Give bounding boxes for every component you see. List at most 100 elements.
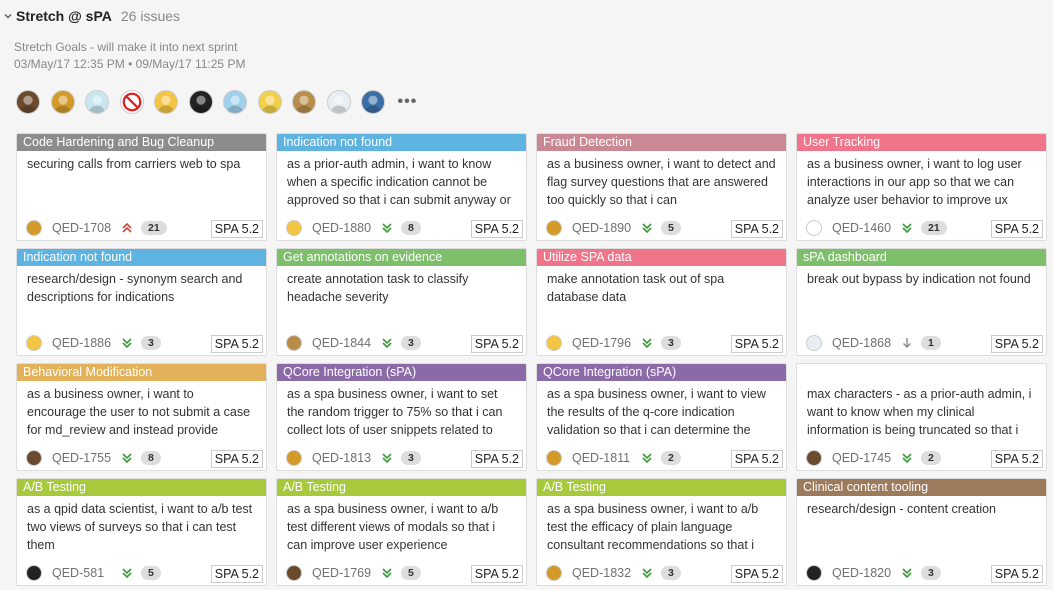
epic-label[interactable]: Code Hardening and Bug Cleanup (17, 134, 266, 151)
sprint-date-range: 03/May/17 12:35 PM • 09/May/17 11:25 PM (14, 57, 246, 71)
avatar-man-tie-icon[interactable] (361, 90, 385, 114)
avatar-monkey-icon[interactable] (50, 90, 75, 114)
issue-summary: as a prior-auth admin, i want to know wh… (287, 157, 511, 207)
fix-version-label: SPA 5.2 (470, 220, 523, 238)
sprint-title[interactable]: Stretch @ sPA (16, 8, 112, 24)
epic-label[interactable] (797, 364, 1046, 381)
issue-key[interactable]: QED-1813 (312, 451, 375, 465)
fix-version-label: SPA 5.2 (730, 565, 783, 583)
issue-summary: as a business owner, i want to encourage… (27, 387, 251, 437)
epic-label[interactable]: Utilize SPA data (537, 249, 786, 266)
issue-card[interactable]: Code Hardening and Bug Cleanup securing c… (16, 133, 267, 241)
epic-label[interactable]: Clinical content tooling (797, 479, 1046, 496)
fix-version-label: SPA 5.2 (210, 450, 263, 468)
issue-card[interactable]: Utilize SPA data make annotation task out… (536, 248, 787, 356)
issue-key[interactable]: QED-1832 (572, 566, 635, 580)
issue-card[interactable]: Indication not found as a prior-auth admi… (276, 133, 527, 241)
avatar-cheetah-icon[interactable] (292, 90, 316, 114)
issue-summary: research/design - synonym search and des… (27, 272, 243, 304)
fix-version-label: SPA 5.2 (990, 565, 1043, 583)
avatar-no-sign-icon[interactable] (119, 90, 144, 114)
fix-version-label: SPA 5.2 (990, 450, 1043, 468)
issue-key[interactable]: QED-1880 (312, 221, 375, 235)
issue-card[interactable]: max characters - as a prior-auth admin, … (796, 363, 1047, 471)
priority-lowest-icon (381, 567, 393, 579)
avatar-boy-face-icon[interactable] (223, 90, 247, 114)
epic-label[interactable]: User Tracking (797, 134, 1046, 151)
story-points-badge: 3 (661, 566, 681, 580)
priority-lowest-icon (641, 222, 653, 234)
issue-card[interactable]: QCore Integration (sPA) as a spa business… (536, 363, 787, 471)
issue-key[interactable]: QED-1844 (312, 336, 375, 350)
assignee-avatar-filter: ••• (16, 90, 417, 114)
epic-label[interactable]: sPA dashboard (797, 249, 1046, 266)
avatar-man-face-icon[interactable] (85, 90, 109, 114)
issue-summary: as a spa business owner, i want to set t… (287, 387, 503, 437)
issue-card[interactable]: A/B Testing as a spa business owner, i wa… (276, 478, 527, 586)
epic-label[interactable]: A/B Testing (537, 479, 786, 496)
issue-key[interactable]: QED-1890 (572, 221, 635, 235)
epic-label[interactable]: Behavioral Modification (17, 364, 266, 381)
issue-summary: as a spa business owner, i want to a/b t… (547, 502, 759, 552)
issue-key[interactable]: QED-1868 (832, 336, 895, 350)
epic-label[interactable]: A/B Testing (17, 479, 266, 496)
more-avatars-button[interactable]: ••• (398, 93, 418, 111)
issue-key[interactable]: QED-581 (52, 566, 115, 580)
story-points-badge: 8 (401, 221, 421, 235)
epic-label[interactable]: Fraud Detection (537, 134, 786, 151)
assignee-avatar-icon (286, 450, 302, 466)
story-points-badge: 1 (921, 336, 941, 350)
issue-key[interactable]: QED-1769 (312, 566, 375, 580)
story-points-badge: 8 (141, 451, 161, 465)
avatar-yellow-face-icon[interactable] (154, 90, 178, 114)
issue-key[interactable]: QED-1708 (52, 221, 115, 235)
issue-key[interactable]: QED-1460 (832, 221, 895, 235)
issue-card[interactable]: A/B Testing as a spa business owner, i wa… (536, 478, 787, 586)
avatar-piano-icon[interactable] (188, 90, 213, 114)
issue-key[interactable]: QED-1745 (832, 451, 895, 465)
priority-lowest-icon (641, 452, 653, 464)
epic-label[interactable]: Indication not found (17, 249, 266, 266)
story-points-badge: 3 (921, 566, 941, 580)
fix-version-label: SPA 5.2 (470, 450, 523, 468)
epic-label[interactable]: Indication not found (277, 134, 526, 151)
epic-label[interactable]: Get annotations on evidence (277, 249, 526, 266)
epic-label[interactable]: QCore Integration (sPA) (537, 364, 786, 381)
assignee-avatar-icon (806, 565, 822, 581)
story-points-badge: 3 (141, 336, 161, 350)
avatar-dog-icon[interactable] (257, 90, 282, 114)
issue-card[interactable]: QCore Integration (sPA) as a spa business… (276, 363, 527, 471)
assignee-avatar-icon (806, 450, 822, 466)
sprint-description: Stretch Goals - will make it into next s… (14, 40, 238, 54)
priority-lowest-icon (641, 337, 653, 349)
issue-card[interactable]: Indication not found research/design - sy… (16, 248, 267, 356)
priority-lowest-icon (121, 337, 133, 349)
assignee-avatar-icon (546, 565, 562, 581)
issue-card[interactable]: A/B Testing as a qpid data scientist, i w… (16, 478, 267, 586)
fix-version-label: SPA 5.2 (990, 220, 1043, 238)
issue-key[interactable]: QED-1755 (52, 451, 115, 465)
issue-key[interactable]: QED-1820 (832, 566, 895, 580)
assignee-avatar-icon (286, 565, 302, 581)
story-points-badge: 3 (401, 451, 421, 465)
avatar-ghost-icon[interactable] (326, 90, 351, 114)
story-points-badge: 3 (401, 336, 421, 350)
issue-card[interactable]: Behavioral Modification as a business own… (16, 363, 267, 471)
fix-version-label: SPA 5.2 (210, 335, 263, 353)
issue-key[interactable]: QED-1811 (572, 451, 635, 465)
assignee-avatar-icon (286, 220, 302, 236)
issue-card[interactable]: sPA dashboard break out bypass by indicat… (796, 248, 1047, 356)
issue-summary: as a spa business owner, i want to a/b t… (287, 502, 499, 552)
collapse-chevron-icon[interactable] (1, 9, 15, 23)
epic-label[interactable]: QCore Integration (sPA) (277, 364, 526, 381)
issue-card[interactable]: Fraud Detection as a business owner, i wa… (536, 133, 787, 241)
issue-key[interactable]: QED-1886 (52, 336, 115, 350)
issue-card[interactable]: Get annotations on evidence create annota… (276, 248, 527, 356)
epic-label[interactable]: A/B Testing (277, 479, 526, 496)
avatar-photo-brown-icon[interactable] (16, 90, 40, 114)
issue-card[interactable]: User Tracking as a business owner, i want… (796, 133, 1047, 241)
issue-key[interactable]: QED-1796 (572, 336, 635, 350)
assignee-avatar-icon (26, 220, 42, 236)
priority-lowest-icon (901, 222, 913, 234)
issue-card[interactable]: Clinical content tooling research/design … (796, 478, 1047, 586)
